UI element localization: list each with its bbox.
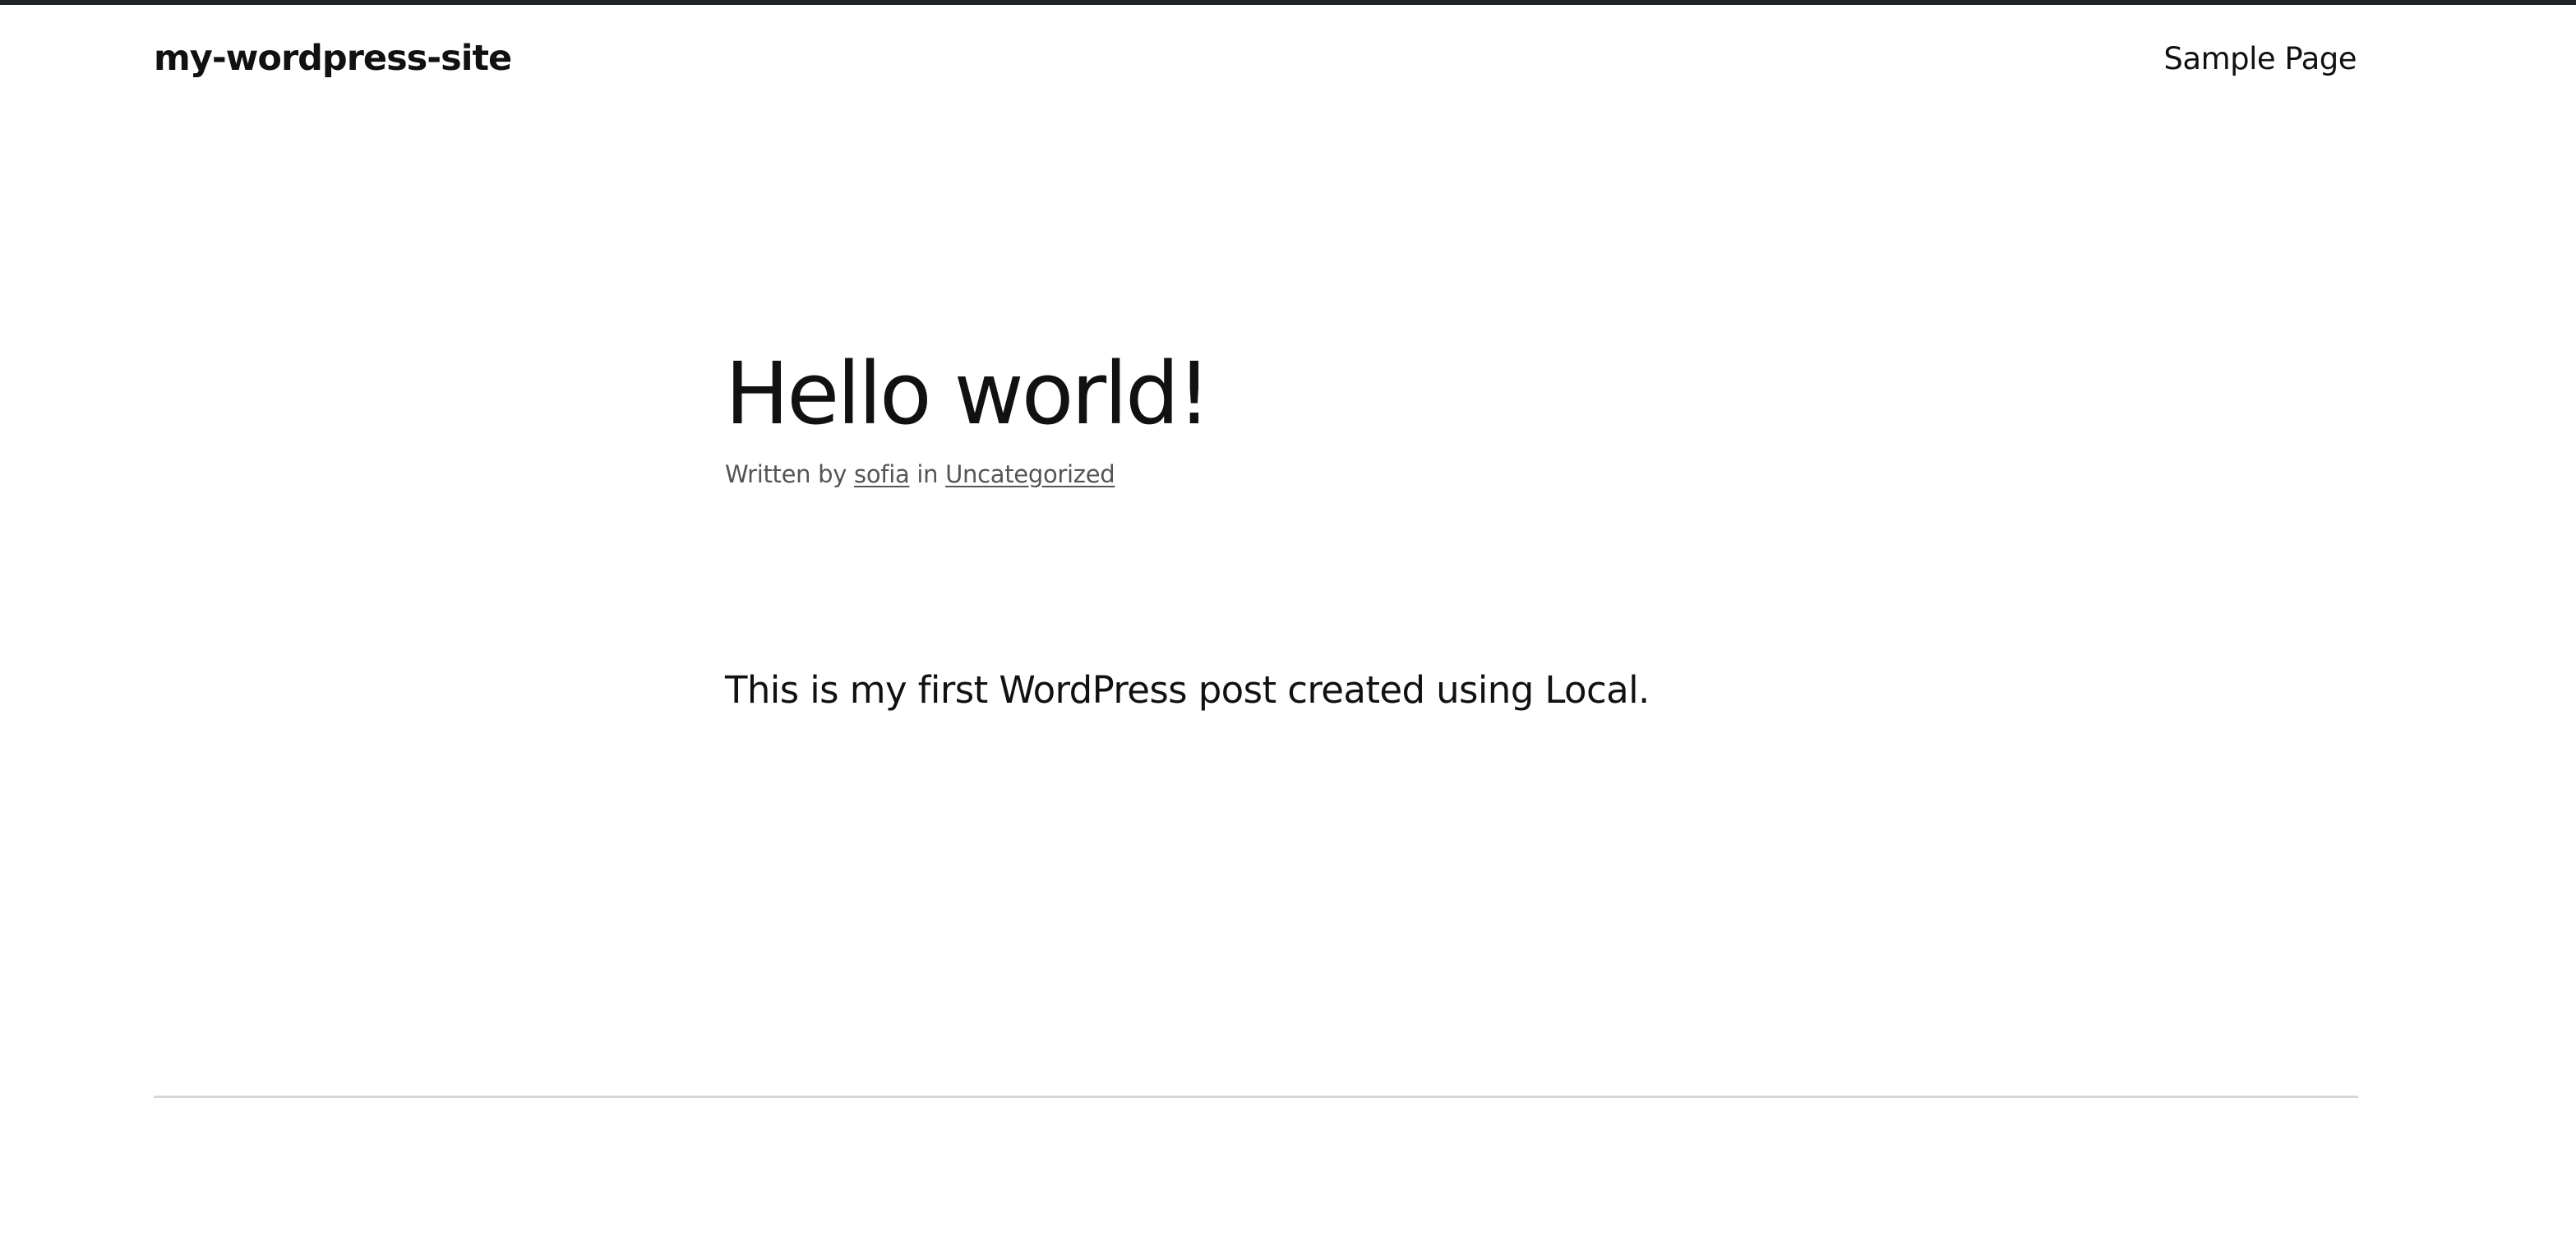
- site-header: my-wordpress-site Sample Page: [0, 5, 2576, 120]
- site-title-link[interactable]: my-wordpress-site: [154, 38, 512, 79]
- post-meta-in-label: in: [916, 459, 939, 488]
- post-article: Hello world! Written by sofia in Uncateg…: [725, 344, 1958, 488]
- post-category-link[interactable]: Uncategorized: [945, 460, 1115, 488]
- post-author-link[interactable]: sofia: [854, 460, 910, 488]
- nav-link-sample-page[interactable]: Sample Page: [2163, 41, 2357, 76]
- post-meta-written-by-label: Written by: [725, 459, 847, 488]
- post-meta: Written by sofia in Uncategorized: [725, 460, 1958, 488]
- post-content: This is my first WordPress post created …: [725, 668, 1650, 712]
- primary-navigation: Sample Page: [2163, 41, 2357, 76]
- post-title: Hello world!: [725, 344, 1212, 444]
- footer-divider: [154, 1096, 2358, 1098]
